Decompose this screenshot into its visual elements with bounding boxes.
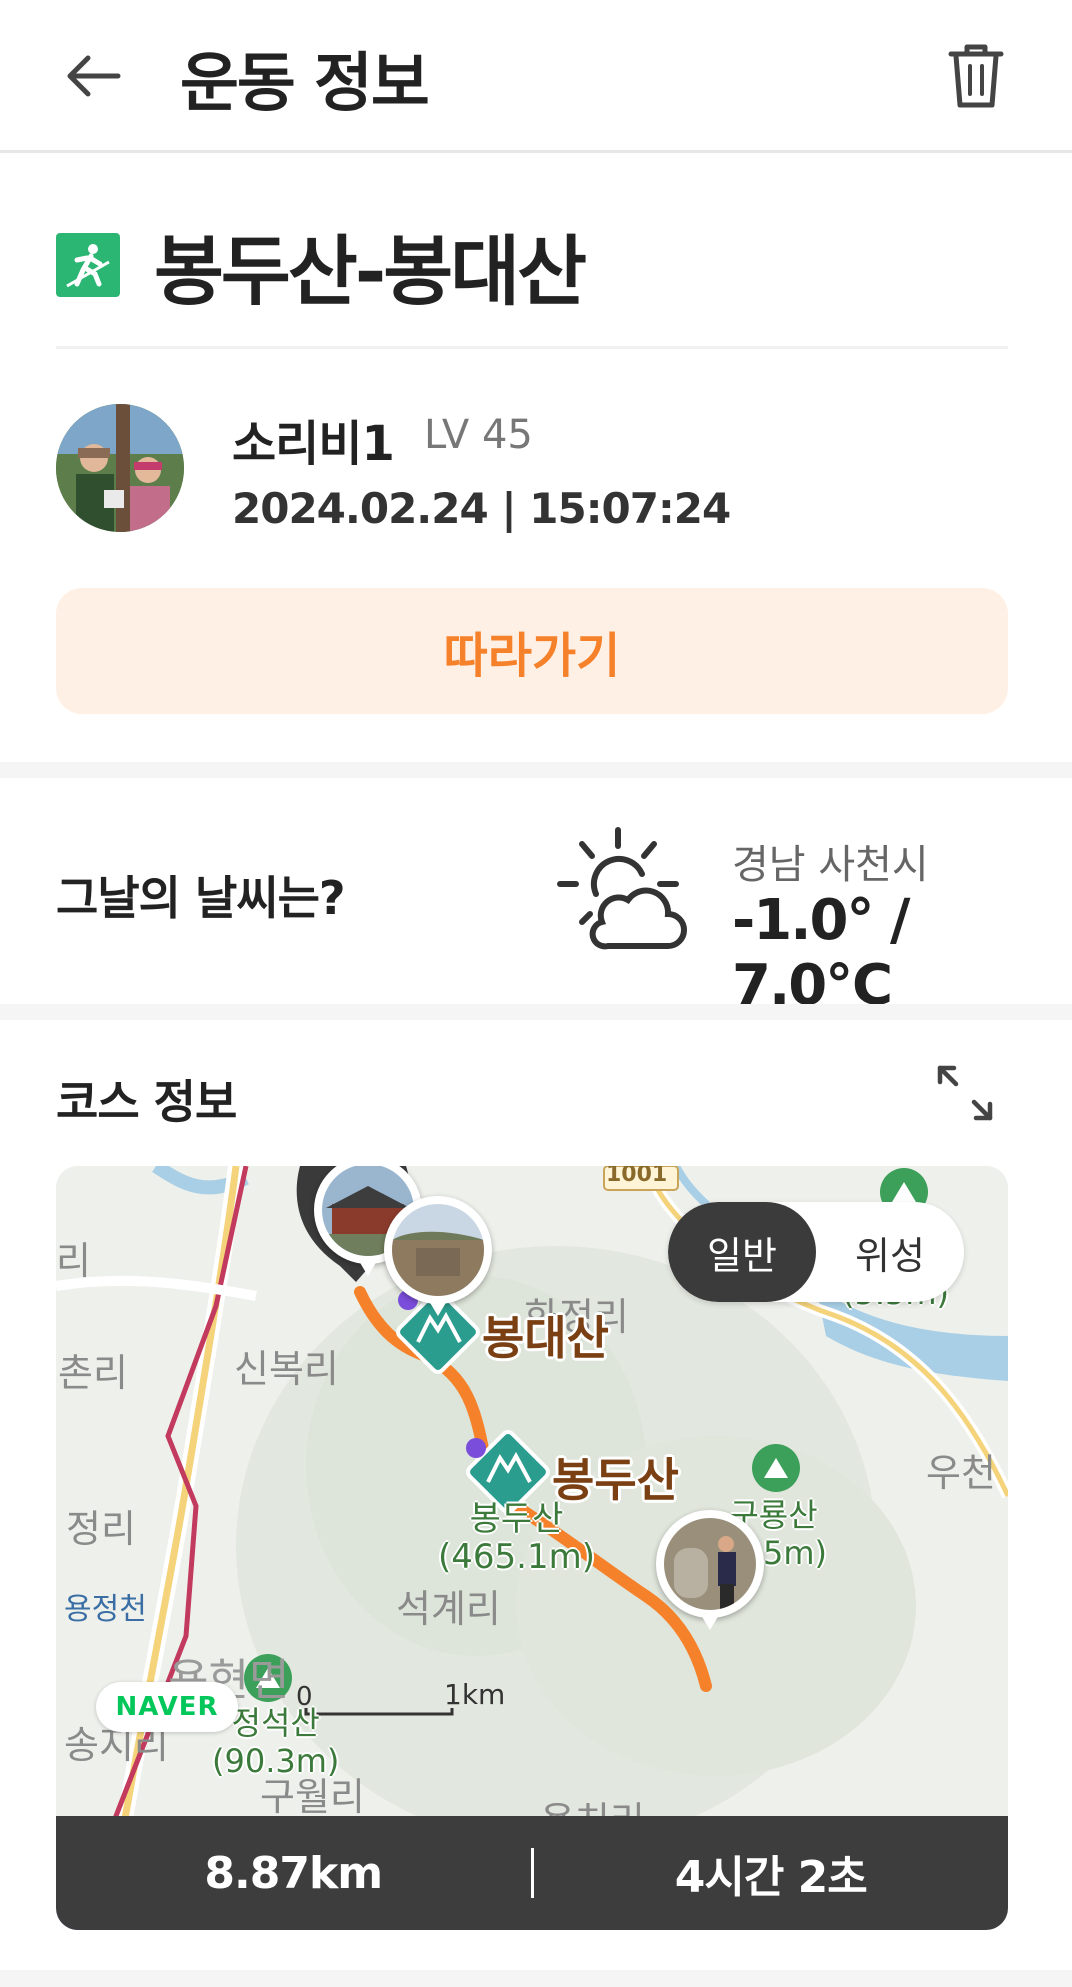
map-type-normal-option[interactable]: 일반: [668, 1202, 816, 1302]
back-button[interactable]: [62, 40, 142, 112]
section-divider: [0, 762, 1072, 778]
section-divider: [0, 1004, 1072, 1020]
activity-datetime: 2024.02.24 | 15:07:24: [232, 484, 731, 533]
scale-start-label: 0: [296, 1682, 313, 1712]
course-info-title: 코스 정보: [56, 1075, 237, 1129]
photo-pin[interactable]: [384, 1196, 492, 1316]
road-number: 1001: [606, 1166, 668, 1187]
duration-stat: 4시간 2초: [674, 1852, 868, 1903]
place-label: 리: [56, 1239, 91, 1283]
place-label: 신복리: [234, 1347, 339, 1391]
app-header: 운동 정보: [0, 0, 1072, 153]
map-type-toggle: 일반 위성: [668, 1202, 964, 1302]
hiking-icon: [56, 233, 120, 297]
course-map[interactable]: 리 촌리 신복리 정리 석계리 송지리 구월리 용치리 우천 화정리 용현면 용…: [56, 1166, 1008, 1930]
weather-temperature: -1.0° / 7.0℃: [732, 888, 910, 1018]
scale-end-label: 1km: [444, 1678, 506, 1711]
peak-elevation-label: 봉두산 (465.1m): [438, 1499, 595, 1577]
stream-label: 용정천: [64, 1592, 147, 1627]
peak-label-bongdae[interactable]: 봉대산: [482, 1302, 609, 1368]
partly-cloudy-icon: [556, 826, 688, 958]
expand-map-button[interactable]: [934, 1062, 996, 1124]
page-title: 운동 정보: [180, 47, 430, 121]
avatar[interactable]: [56, 404, 184, 532]
back-arrow-icon: [67, 55, 121, 97]
distance-stat: 8.87km: [204, 1847, 383, 1899]
divider: [56, 346, 1008, 349]
place-label: 석계리: [396, 1587, 501, 1631]
course-stats-bar: 8.87km 4시간 2초: [56, 1816, 1008, 1930]
course-title: 봉두산-봉대산: [154, 227, 587, 316]
follow-button[interactable]: 따라가기: [56, 588, 1008, 714]
trash-icon: [948, 44, 1004, 108]
delete-button[interactable]: [945, 42, 1007, 110]
place-label: 촌리: [58, 1351, 128, 1395]
weather-location: 경남 사천시: [732, 842, 929, 888]
naver-logo: NAVER: [96, 1682, 238, 1732]
photo-pin[interactable]: [656, 1510, 764, 1630]
expand-icon: [937, 1065, 993, 1121]
map-type-satellite-option[interactable]: 위성: [816, 1202, 964, 1302]
place-label: 우천: [926, 1451, 996, 1495]
course-title-row: 봉두산-봉대산: [56, 210, 587, 320]
user-level: LV 45: [424, 412, 533, 458]
user-name: 소리비1: [232, 416, 395, 472]
weather-question: 그날의 날씨는?: [56, 871, 346, 925]
section-divider: [0, 1970, 1072, 1987]
place-label: 정리: [66, 1507, 136, 1551]
